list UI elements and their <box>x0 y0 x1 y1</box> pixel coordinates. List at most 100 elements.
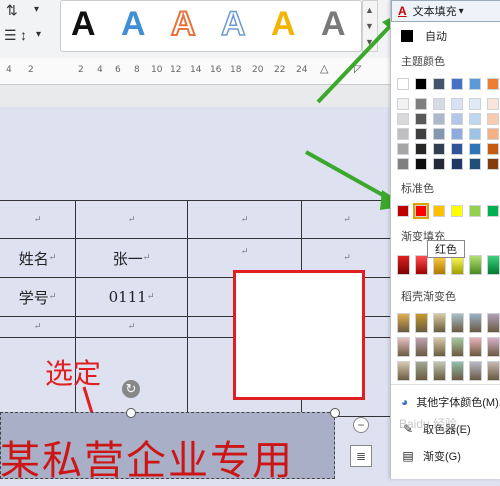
resize-handle[interactable] <box>330 408 340 418</box>
theme-shade-swatch[interactable] <box>487 113 499 125</box>
theme-shade-swatch[interactable] <box>415 98 427 110</box>
style-orange-outline[interactable]: A <box>170 4 197 44</box>
shell-gradient-swatch[interactable] <box>433 361 446 381</box>
theme-shade-swatch[interactable] <box>433 158 445 170</box>
theme-shade-swatch[interactable] <box>433 128 445 140</box>
shell-gradient-swatch[interactable] <box>415 361 428 381</box>
shell-gradient-swatch[interactable] <box>415 337 428 357</box>
standard-swatch[interactable] <box>469 205 481 217</box>
shell-gradient-swatch[interactable] <box>397 361 410 381</box>
theme-swatch[interactable] <box>469 78 481 90</box>
resize-handle[interactable] <box>126 408 136 418</box>
theme-shade-swatch[interactable] <box>451 158 463 170</box>
shell-gradient-swatch[interactable] <box>451 313 464 333</box>
theme-shade-swatch[interactable] <box>451 113 463 125</box>
rotate-handle-icon[interactable]: ↻ <box>122 380 140 398</box>
wordart-text[interactable]: 某私营企业专用 <box>0 428 294 486</box>
gradient-swatch[interactable] <box>469 255 482 275</box>
layout-options-icon[interactable]: ≣ <box>350 445 372 467</box>
shell-gradient-swatch[interactable] <box>433 313 446 333</box>
table-cell[interactable]: ↵ <box>75 316 188 338</box>
theme-swatch[interactable] <box>451 78 463 90</box>
auto-color-item[interactable]: 自动 <box>391 26 500 46</box>
line-spacing-caret[interactable]: ▾ <box>36 29 41 40</box>
shell-gradient-swatch[interactable] <box>469 313 482 333</box>
theme-shade-swatch[interactable] <box>397 113 409 125</box>
collapse-icon[interactable]: − <box>353 417 369 433</box>
theme-shade-swatch[interactable] <box>397 143 409 155</box>
shell-gradient-swatch[interactable] <box>469 361 482 381</box>
theme-shade-swatch[interactable] <box>397 98 409 110</box>
theme-shade-swatch[interactable] <box>469 98 481 110</box>
theme-shade-swatch[interactable] <box>397 128 409 140</box>
theme-shade-swatch[interactable] <box>397 158 409 170</box>
theme-shade-swatch[interactable] <box>415 158 427 170</box>
shell-gradient-swatch[interactable] <box>487 361 500 381</box>
style-blue-outline[interactable]: A <box>220 4 246 44</box>
standard-swatch[interactable] <box>451 205 463 217</box>
theme-shade-swatch[interactable] <box>415 113 427 125</box>
theme-shade-swatch[interactable] <box>487 158 499 170</box>
shell-gradient-swatch[interactable] <box>433 337 446 357</box>
theme-colors-label: 主题颜色 <box>401 56 445 68</box>
standard-swatch[interactable] <box>397 205 409 217</box>
shell-gradient-swatch[interactable] <box>469 337 482 357</box>
theme-swatch[interactable] <box>415 78 427 90</box>
style-black[interactable]: A <box>71 5 96 44</box>
table-cell-name-value[interactable]: 张一 ↵ <box>75 238 188 278</box>
theme-swatch[interactable] <box>433 78 445 90</box>
table-cell[interactable]: ↵ <box>75 200 188 239</box>
theme-shade-swatch[interactable] <box>415 128 427 140</box>
gradient-swatch[interactable] <box>415 255 428 275</box>
style-blue[interactable]: A <box>121 5 146 44</box>
gradient-swatch[interactable] <box>451 255 464 275</box>
gradient-item[interactable]: ▤ 渐变(G) <box>391 446 500 466</box>
standard-swatch-red[interactable] <box>413 203 429 219</box>
theme-shade-swatch[interactable] <box>487 98 499 110</box>
theme-shade-swatch[interactable] <box>433 98 445 110</box>
table-cell-name-label[interactable]: 姓名 ↵ <box>0 238 76 278</box>
text-direction-caret[interactable]: ▾ <box>34 4 39 15</box>
shell-gradient-swatch[interactable] <box>397 337 410 357</box>
theme-shade-swatch[interactable] <box>487 128 499 140</box>
align-icon[interactable]: ☰ <box>4 27 17 44</box>
table-cell[interactable]: ↵ <box>0 200 76 239</box>
theme-shade-swatch[interactable] <box>469 128 481 140</box>
color-wheel-icon: ◕ <box>401 395 409 409</box>
photo-placeholder-box[interactable] <box>233 270 365 400</box>
table-cell-id-label[interactable]: 学号 ↵ <box>0 277 76 317</box>
theme-shade-swatch[interactable] <box>451 98 463 110</box>
shell-gradient-swatch[interactable] <box>397 313 410 333</box>
theme-swatch[interactable] <box>397 78 409 90</box>
standard-swatch[interactable] <box>487 205 499 217</box>
text-fill-button[interactable]: A 文本填充 ▾ <box>391 0 500 22</box>
shell-gradient-swatch[interactable] <box>451 337 464 357</box>
theme-shade-swatch[interactable] <box>415 143 427 155</box>
shell-gradient-swatch[interactable] <box>451 361 464 381</box>
ruler-number: 4 <box>6 65 12 75</box>
gradient-swatch[interactable] <box>397 255 410 275</box>
theme-shade-swatch[interactable] <box>487 143 499 155</box>
theme-shade-swatch[interactable] <box>433 143 445 155</box>
gradient-swatch[interactable] <box>487 255 500 275</box>
table-cell-id-value[interactable]: 0111 ↵ <box>75 277 188 317</box>
style-gold[interactable]: A <box>271 5 296 44</box>
shell-gradient-swatch[interactable] <box>487 313 500 333</box>
more-colors-item[interactable]: ◕ 其他字体颜色(M)... <box>391 392 500 412</box>
theme-shade-swatch[interactable] <box>469 143 481 155</box>
theme-shade-swatch[interactable] <box>469 113 481 125</box>
text-direction-icon[interactable]: ⇅ <box>6 2 18 19</box>
theme-shade-swatch[interactable] <box>451 143 463 155</box>
line-spacing-icon[interactable]: ↕ <box>20 27 27 43</box>
table-cell[interactable]: ↵ <box>187 200 302 239</box>
theme-shade-swatch[interactable] <box>469 158 481 170</box>
gradient-swatch[interactable] <box>433 255 446 275</box>
theme-shade-swatch[interactable] <box>451 128 463 140</box>
theme-swatch[interactable] <box>487 78 499 90</box>
shell-gradient-swatch[interactable] <box>487 337 500 357</box>
table-cell[interactable]: ↵ <box>0 316 76 338</box>
shell-gradient-swatch[interactable] <box>415 313 428 333</box>
ruler-number: 2 <box>78 65 84 75</box>
standard-swatch[interactable] <box>433 205 445 217</box>
theme-shade-swatch[interactable] <box>433 113 445 125</box>
